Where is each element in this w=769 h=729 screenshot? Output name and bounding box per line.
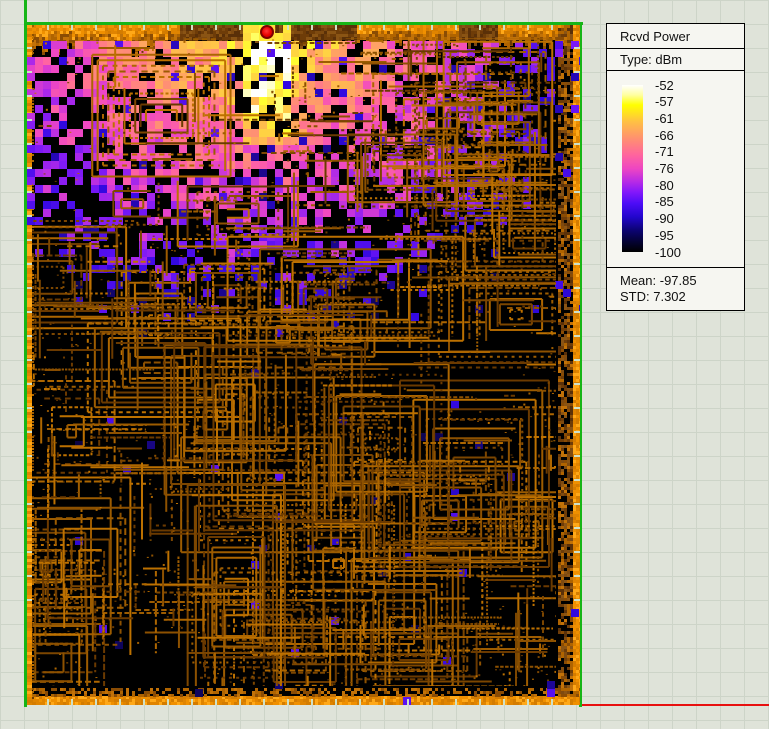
scale-tick-label: -76 bbox=[655, 161, 674, 176]
coverage-heatmap[interactable] bbox=[27, 25, 580, 705]
scale-tick-label: -85 bbox=[655, 194, 674, 209]
legend-stats: Mean: -97.85 STD: 7.302 bbox=[607, 268, 744, 305]
legend-mean: Mean: -97.85 bbox=[620, 273, 744, 289]
scale-tick-label: -100 bbox=[655, 245, 681, 260]
scale-tick-label: -57 bbox=[655, 94, 674, 109]
workspace-canvas[interactable]: Rcvd Power Type: dBm -52-57-61-66-71-76-… bbox=[0, 0, 769, 729]
scale-tick-label: -80 bbox=[655, 178, 674, 193]
scale-tick-label: -66 bbox=[655, 128, 674, 143]
colorbar-gradient bbox=[622, 85, 643, 252]
legend-title: Rcvd Power bbox=[607, 24, 744, 49]
scale-tick-label: -90 bbox=[655, 211, 674, 226]
scale-tick-label: -61 bbox=[655, 111, 674, 126]
legend-colorbar-section: -52-57 -61 -66-71 -76 -80-85 -90 -95 -100 bbox=[607, 71, 744, 268]
scale-tick-label: -71 bbox=[655, 144, 674, 159]
legend-std: STD: 7.302 bbox=[620, 289, 744, 305]
x-axis-line bbox=[582, 704, 769, 706]
scale-tick-label: -95 bbox=[655, 228, 674, 243]
legend-type-label: Type: dBm bbox=[607, 49, 744, 71]
transmitter-marker[interactable] bbox=[260, 25, 274, 39]
legend-panel[interactable]: Rcvd Power Type: dBm -52-57-61-66-71-76-… bbox=[606, 23, 745, 311]
scale-tick-label: -52 bbox=[655, 78, 674, 93]
